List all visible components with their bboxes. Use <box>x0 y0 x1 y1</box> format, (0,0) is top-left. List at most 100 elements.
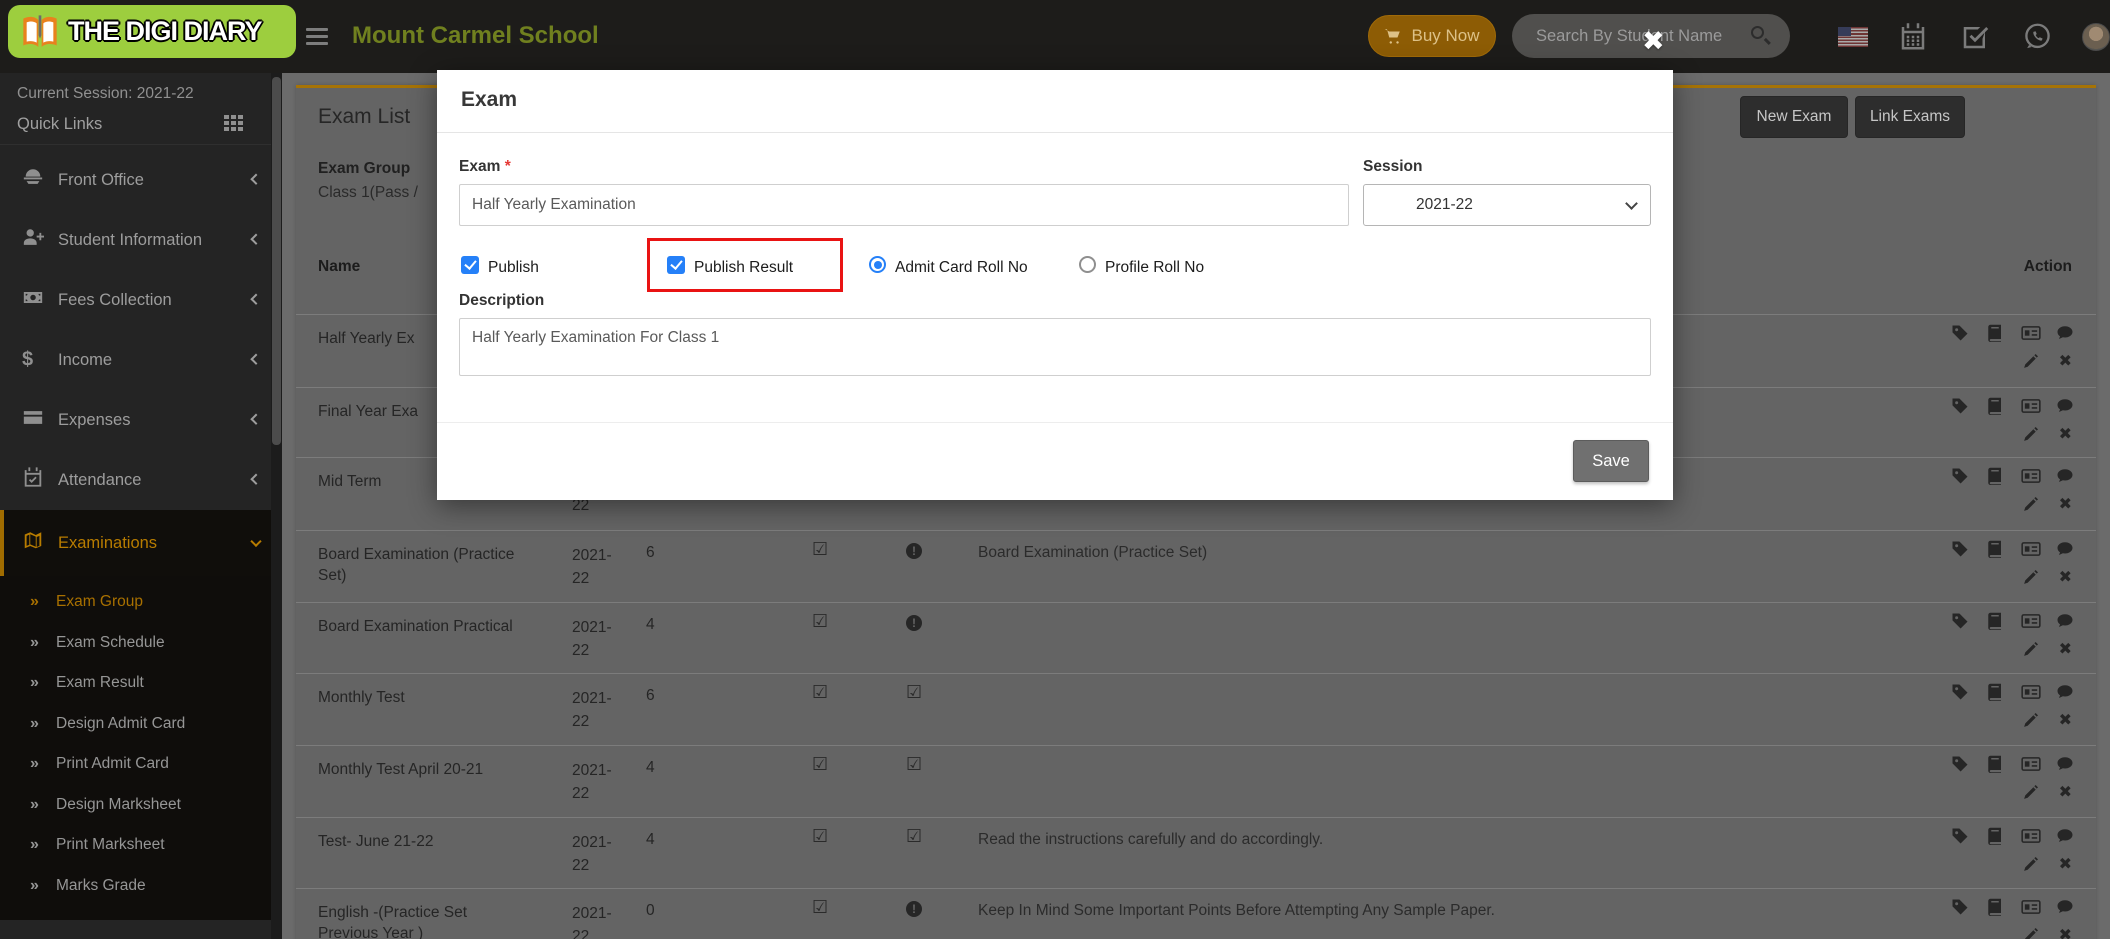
comment-icon[interactable] <box>2056 683 2074 701</box>
edit-pencil-icon[interactable] <box>2022 784 2040 802</box>
publish-checkbox[interactable] <box>461 256 479 274</box>
edit-pencil-icon[interactable] <box>2022 353 2040 371</box>
submenu-item-exam-group[interactable]: » Exam Group <box>0 582 282 623</box>
book-icon[interactable] <box>1986 397 2004 415</box>
tag-icon[interactable] <box>1951 755 1969 773</box>
id-card-icon[interactable] <box>2021 898 2041 916</box>
sidebar-scrollbar-thumb[interactable] <box>272 77 281 445</box>
quick-links-grid-icon[interactable] <box>224 115 246 133</box>
student-information-icon <box>22 227 46 254</box>
submenu-item-exam-schedule[interactable]: » Exam Schedule <box>0 623 282 664</box>
save-button[interactable]: Save <box>1573 440 1649 482</box>
submenu-item-print-marksheet[interactable]: » Print Marksheet <box>0 825 282 866</box>
tag-icon[interactable] <box>1951 898 1969 916</box>
link-exams-button[interactable]: Link Exams <box>1855 96 1965 138</box>
book-icon[interactable] <box>1986 898 2004 916</box>
whatsapp-icon[interactable] <box>2022 0 2053 73</box>
sidebar-item-expenses[interactable]: Expenses <box>0 390 282 450</box>
examinations-icon <box>22 530 46 557</box>
sidebar-item-income[interactable]: $ Income <box>0 330 282 390</box>
book-icon[interactable] <box>1986 467 2004 485</box>
published-checkbox-icon: ☑ <box>812 754 829 774</box>
description-textarea[interactable] <box>459 318 1651 376</box>
book-icon[interactable] <box>1986 683 2004 701</box>
sidebar-item-fees-collection[interactable]: Fees Collection <box>0 270 282 330</box>
edit-pencil-icon[interactable] <box>2022 641 2040 659</box>
buy-now-button[interactable]: Buy Now <box>1368 15 1496 57</box>
submenu-item-design-admit-card[interactable]: » Design Admit Card <box>0 704 282 745</box>
top-navbar: THE DIGI DIARY Mount Carmel School Buy N… <box>0 0 2110 73</box>
submenu-item-print-admit-card[interactable]: » Print Admit Card <box>0 744 282 785</box>
user-avatar[interactable] <box>2082 0 2110 73</box>
comment-icon[interactable] <box>2056 898 2074 916</box>
id-card-icon[interactable] <box>2021 612 2041 630</box>
calendar-icon[interactable] <box>1898 0 1928 73</box>
id-card-icon[interactable] <box>2021 467 2041 485</box>
sidebar-item-attendance[interactable]: Attendance <box>0 450 282 510</box>
delete-x-icon[interactable]: ✖ <box>2059 784 2072 802</box>
app-logo[interactable]: THE DIGI DIARY <box>8 5 296 58</box>
tag-icon[interactable] <box>1951 397 1969 415</box>
sidebar-toggle-hamburger-icon[interactable] <box>306 28 328 45</box>
id-card-icon[interactable] <box>2021 397 2041 415</box>
edit-pencil-icon[interactable] <box>2022 712 2040 730</box>
exam-name: English -(Practice Set Previous Year ) <box>318 904 468 939</box>
id-card-icon[interactable] <box>2021 827 2041 845</box>
tag-icon[interactable] <box>1951 683 1969 701</box>
id-card-icon[interactable] <box>2021 540 2041 558</box>
sidebar-item-examinations[interactable]: Examinations <box>0 510 282 576</box>
tag-icon[interactable] <box>1951 540 1969 558</box>
book-icon[interactable] <box>1986 540 2004 558</box>
sidebar-item-front-office[interactable]: Front Office <box>0 150 282 210</box>
search-icon[interactable] <box>1751 26 1764 39</box>
delete-x-icon[interactable]: ✖ <box>2059 641 2072 659</box>
new-exam-button[interactable]: New Exam <box>1740 96 1848 138</box>
delete-x-icon[interactable]: ✖ <box>2059 353 2072 371</box>
exam-modal: Exam Exam * Session 2021-22 Publish Publ… <box>437 70 1673 500</box>
tag-icon[interactable] <box>1951 324 1969 342</box>
edit-pencil-icon[interactable] <box>2022 856 2040 874</box>
profile-roll-no-radio[interactable] <box>1079 256 1096 273</box>
comment-icon[interactable] <box>2056 612 2074 630</box>
delete-x-icon[interactable]: ✖ <box>2059 426 2072 444</box>
sidebar-item-online-examinations[interactable]: Online Examinations <box>0 920 282 939</box>
book-icon[interactable] <box>1986 827 2004 845</box>
comment-icon[interactable] <box>2056 540 2074 558</box>
modal-close-icon[interactable]: ✖ <box>1642 26 1665 57</box>
exam-name-input[interactable] <box>459 184 1349 226</box>
admit-card-roll-no-radio[interactable] <box>869 256 886 273</box>
book-icon[interactable] <box>1986 755 2004 773</box>
comment-icon[interactable] <box>2056 324 2074 342</box>
comment-icon[interactable] <box>2056 755 2074 773</box>
edit-pencil-icon[interactable] <box>2022 496 2040 514</box>
comment-icon[interactable] <box>2056 397 2074 415</box>
id-card-icon[interactable] <box>2021 683 2041 701</box>
open-book-logo-icon <box>23 14 57 47</box>
tag-icon[interactable] <box>1951 612 1969 630</box>
book-icon[interactable] <box>1986 324 2004 342</box>
edit-pencil-icon[interactable] <box>2022 569 2040 587</box>
comment-icon[interactable] <box>2056 827 2074 845</box>
language-flag-icon[interactable] <box>1838 0 1868 73</box>
edit-pencil-icon[interactable] <box>2022 426 2040 444</box>
submenu-item-design-marksheet[interactable]: » Design Marksheet <box>0 785 282 826</box>
edit-pencil-icon[interactable] <box>2022 927 2040 939</box>
submenu-item-marks-grade[interactable]: » Marks Grade <box>0 866 282 907</box>
tag-icon[interactable] <box>1951 467 1969 485</box>
delete-x-icon[interactable]: ✖ <box>2059 712 2072 730</box>
delete-x-icon[interactable]: ✖ <box>2059 569 2072 587</box>
id-card-icon[interactable] <box>2021 324 2041 342</box>
delete-x-icon[interactable]: ✖ <box>2059 496 2072 514</box>
search-input[interactable] <box>1536 14 1746 58</box>
session-select[interactable]: 2021-22 <box>1363 184 1651 226</box>
delete-x-icon[interactable]: ✖ <box>2059 856 2072 874</box>
comment-icon[interactable] <box>2056 467 2074 485</box>
delete-x-icon[interactable]: ✖ <box>2059 927 2072 939</box>
sidebar-item-student-information[interactable]: Student Information <box>0 210 282 270</box>
id-card-icon[interactable] <box>2021 755 2041 773</box>
tag-icon[interactable] <box>1951 827 1969 845</box>
book-icon[interactable] <box>1986 612 2004 630</box>
task-check-icon[interactable] <box>1960 0 1990 73</box>
sidebar: Current Session: 2021-22 Quick Links Fro… <box>0 73 282 939</box>
submenu-item-exam-result[interactable]: » Exam Result <box>0 663 282 704</box>
